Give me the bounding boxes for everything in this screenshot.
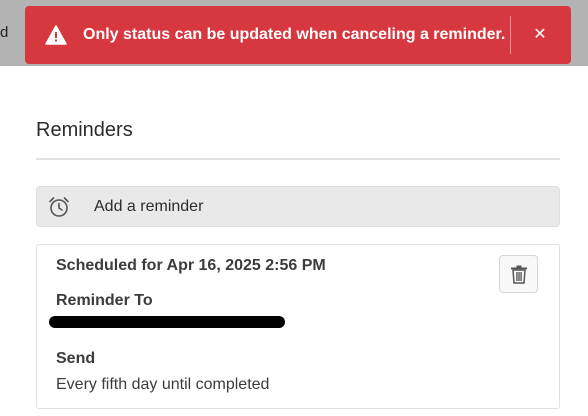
close-icon[interactable]: ✕ — [525, 20, 555, 50]
reminder-card: Scheduled for Apr 16, 2025 2:56 PM Remin… — [36, 244, 560, 409]
toast-divider — [510, 16, 511, 54]
redacted-recipient — [49, 316, 285, 328]
delete-reminder-button[interactable] — [499, 255, 538, 293]
reminders-section: Reminders — [36, 115, 560, 160]
add-reminder-label: Add a reminder — [94, 198, 204, 215]
error-toast: Only status can be updated when cancelin… — [25, 6, 571, 64]
add-reminder-button[interactable]: Add a reminder — [36, 186, 560, 227]
alert-triangle-icon — [45, 25, 67, 45]
alarm-clock-icon — [49, 197, 69, 217]
background-edge-text: d — [0, 24, 8, 41]
trash-icon — [511, 265, 527, 284]
scheduled-datetime: Scheduled for Apr 16, 2025 2:56 PM — [56, 257, 326, 274]
toast-message: Only status can be updated when cancelin… — [83, 26, 506, 43]
send-label: Send — [56, 350, 96, 367]
send-frequency: Every fifth day until completed — [56, 376, 270, 393]
section-divider — [36, 158, 560, 160]
reminder-to-label: Reminder To — [56, 292, 153, 309]
reminders-panel: d Only status can be updated when cancel… — [0, 0, 588, 416]
page-title: Reminders — [36, 119, 133, 141]
